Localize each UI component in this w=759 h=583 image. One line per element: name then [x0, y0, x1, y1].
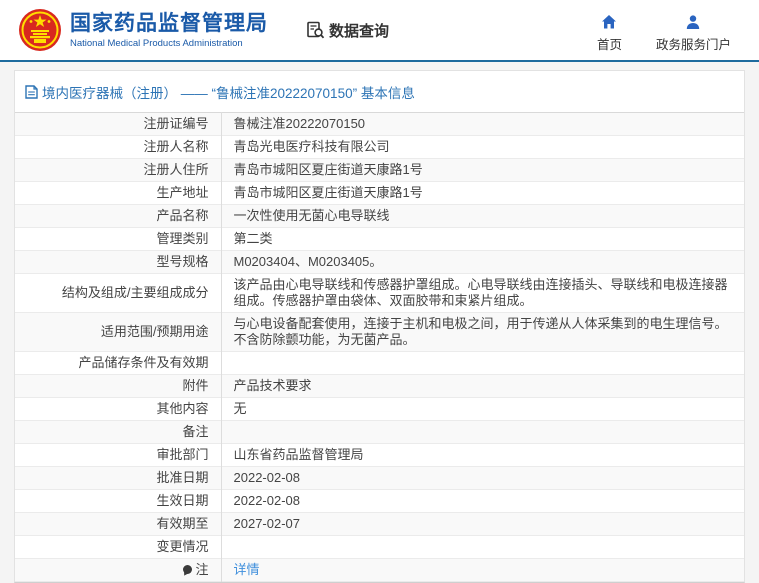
site-header: 国家药品监督管理局 National Medical Products Admi… — [0, 0, 759, 62]
table-row: 生产地址 青岛市城阳区夏庄街道天康路1号 — [15, 181, 744, 205]
row-label: 注册人住所 — [15, 158, 222, 182]
row-value — [221, 421, 744, 444]
nav-item-label: 政务服务门户 — [655, 37, 731, 52]
national-emblem-icon — [19, 9, 61, 51]
row-value: 2027-02-07 — [233, 516, 301, 531]
row-value: 该产品由心电导联线和传感器护罩组成。心电导联线由连接插头、导联线和电极连接器组成… — [233, 277, 728, 308]
row-label: 管理类别 — [15, 227, 222, 251]
table-row: 有效期至 2027-02-07 — [15, 512, 744, 536]
row-value: 与心电设备配套使用，连接于主机和电极之间，用于传递从人体采集到的电生理信号。不含… — [233, 316, 728, 347]
nav-item-home[interactable]: 首页 — [597, 14, 622, 53]
row-value: 详情 — [221, 559, 744, 582]
row-label: 备注 — [15, 420, 222, 444]
row-value: 产品技术要求 — [233, 378, 312, 393]
info-table-body: 注册证编号 鲁械注准20222070150 注册人名称 青岛光电医疗科技有限公司 注册人… — [15, 112, 744, 582]
row-label: 有效期至 — [15, 512, 222, 536]
org-name-zh: 国家药品监督管理局 — [70, 11, 268, 35]
row-label: 生产地址 — [15, 181, 222, 205]
row-label: 产品储存条件及有效期 — [15, 351, 222, 375]
row-value: M0203404、M0203405。 — [233, 254, 383, 269]
table-row: 注册人住所 青岛市城阳区夏庄街道天康路1号 — [15, 158, 744, 182]
row-value — [221, 352, 744, 375]
row-label: 注册证编号 — [15, 112, 222, 136]
registration-info-table: 注册证编号 鲁械注准20222070150 注册人名称 青岛光电医疗科技有限公司 注册人… — [15, 112, 744, 582]
page-title: 境内医疗器械（注册） —— “鲁械注准20222070150” 基本信息 — [42, 86, 415, 101]
nav-item-label: 首页 — [596, 37, 622, 52]
table-row: 附件 产品技术要求 — [15, 374, 744, 398]
content-panel: 境内医疗器械（注册） —— “鲁械注准20222070150” 基本信息 注册证… — [14, 70, 745, 583]
table-row: 注册人名称 青岛光电医疗科技有限公司 — [15, 135, 744, 159]
row-value: 2022-02-08 — [233, 470, 301, 485]
row-value: 山东省药品监督管理局 — [233, 447, 364, 462]
table-row: 注详情 — [15, 558, 744, 582]
row-value: 无 — [233, 401, 247, 416]
table-row: 结构及组成/主要组成成分 该产品由心电导联线和传感器护罩组成。心电导联线由连接插头… — [15, 273, 744, 313]
row-value: 一次性使用无菌心电导联线 — [233, 208, 390, 223]
table-row: 注册证编号 鲁械注准20222070150 — [15, 112, 744, 136]
details-link[interactable]: 详情 — [234, 562, 260, 577]
table-row: 管理类别 第二类 — [15, 227, 744, 251]
row-value — [221, 536, 744, 559]
row-value: 2022-02-08 — [233, 493, 301, 508]
row-label: 产品名称 — [15, 204, 222, 228]
row-label: 附件 — [15, 374, 222, 398]
row-label: 审批部门 — [15, 443, 222, 467]
row-label: 批准日期 — [15, 466, 222, 490]
data-query-button[interactable]: 数据查询 — [306, 20, 389, 41]
row-label: 型号规格 — [15, 250, 222, 274]
table-row: 生效日期 2022-02-08 — [15, 489, 744, 513]
row-label: 其他内容 — [15, 397, 222, 421]
document-search-icon — [307, 21, 325, 38]
table-row: 产品名称 一次性使用无菌心电导联线 — [15, 204, 744, 228]
table-row: 备注 — [15, 420, 744, 444]
row-value: 鲁械注准20222070150 — [233, 116, 366, 131]
row-value: 青岛市城阳区夏庄街道天康路1号 — [233, 162, 423, 177]
table-row: 型号规格 M0203404、M0203405。 — [15, 250, 744, 274]
row-value: 青岛市城阳区夏庄街道天康路1号 — [233, 185, 423, 200]
table-row: 变更情况 — [15, 535, 744, 559]
row-label: 变更情况 — [15, 535, 222, 559]
table-row: 其他内容无 — [15, 397, 744, 421]
top-nav: 首页 政务服务门户 — [597, 8, 731, 53]
table-row: 适用范围/预期用途 与心电设备配套使用，连接于主机和电极之间，用于传递从人体采集到… — [15, 312, 744, 352]
nmpa-logo-link[interactable]: 国家药品监督管理局 National Medical Products Admi… — [18, 8, 268, 52]
row-value: 第二类 — [233, 231, 273, 246]
user-icon — [687, 14, 700, 29]
row-label: 适用范围/预期用途 — [15, 312, 222, 352]
breadcrumb: 境内医疗器械（注册） —— “鲁械注准20222070150” 基本信息 — [15, 71, 744, 112]
row-label: 注 — [15, 558, 222, 582]
org-titles: 国家药品监督管理局 National Medical Products Admi… — [70, 12, 268, 49]
home-icon — [602, 14, 617, 28]
row-label: 结构及组成/主要组成成分 — [15, 273, 222, 313]
table-row: 产品储存条件及有效期 — [15, 351, 744, 375]
note-icon — [183, 565, 193, 574]
org-name-en: National Medical Products Administration — [70, 37, 243, 49]
row-value: 青岛光电医疗科技有限公司 — [233, 139, 390, 154]
data-query-label: 数据查询 — [329, 22, 390, 40]
table-row: 批准日期 2022-02-08 — [15, 466, 744, 490]
row-label: 生效日期 — [15, 489, 222, 513]
document-icon — [25, 85, 38, 99]
nav-item-portal[interactable]: 政务服务门户 — [656, 14, 731, 53]
table-row: 审批部门 山东省药品监督管理局 — [15, 443, 744, 467]
row-label: 注册人名称 — [15, 135, 222, 159]
